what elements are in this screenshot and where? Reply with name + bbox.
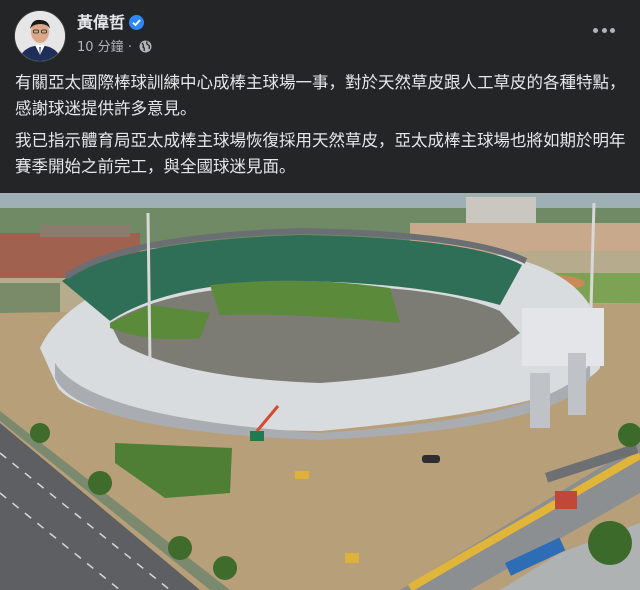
author-name[interactable]: 黃偉哲 (77, 13, 125, 32)
post-header: 黃偉哲 10 分鐘 · (0, 0, 640, 66)
post-photo-stadium[interactable] (0, 193, 640, 590)
globe-icon[interactable] (139, 40, 152, 57)
author-name-row: 黃偉哲 (77, 9, 145, 33)
more-options-icon[interactable] (590, 16, 618, 44)
post-paragraph-2: 我已指示體育局亞太成棒主球場恢復採用天然草皮，亞太成棒主球場也將如期於明年賽季開… (15, 131, 626, 176)
meta-separator: · (127, 40, 132, 55)
verified-badge-icon (129, 15, 145, 30)
post-meta: 10 分鐘 · (77, 36, 152, 57)
post-paragraph-1: 有關亞太國際棒球訓練中心成棒主球場一事，對於天然草皮跟人工草皮的各種特點，感謝球… (15, 73, 626, 118)
post-time[interactable]: 10 分鐘 (77, 40, 124, 55)
author-avatar[interactable] (14, 10, 66, 62)
post-body: 有關亞太國際棒球訓練中心成棒主球場一事，對於天然草皮跟人工草皮的各種特點，感謝球… (15, 70, 627, 186)
